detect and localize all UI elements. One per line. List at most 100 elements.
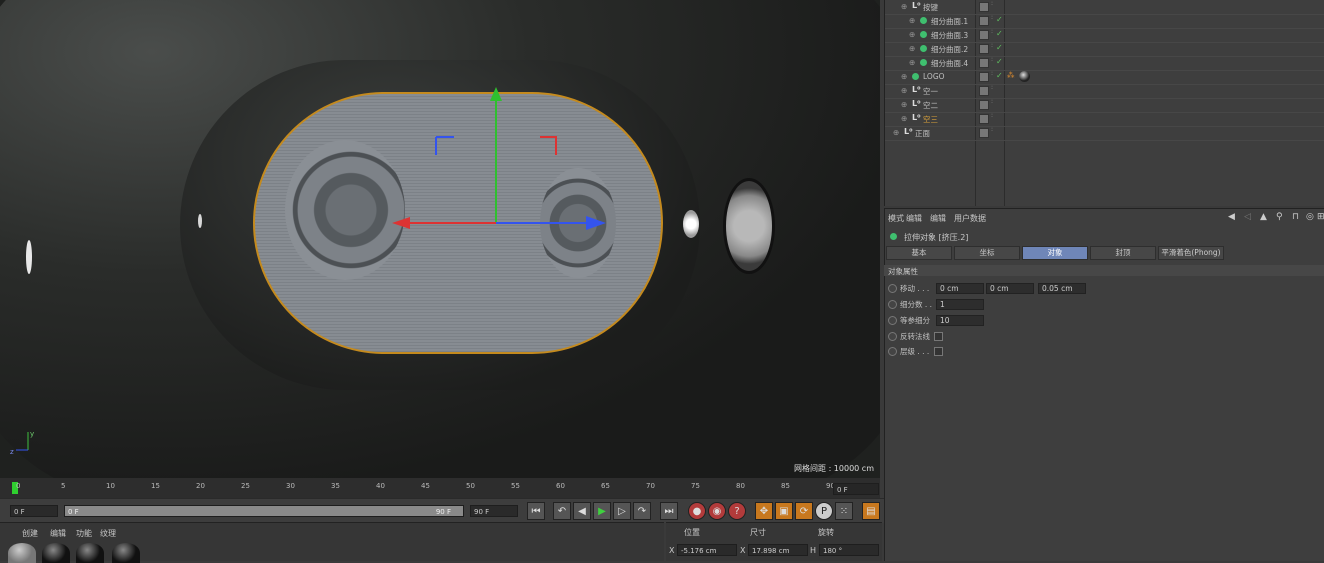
enabled-check-icon[interactable]: ✓ [996,15,1003,24]
object-name[interactable]: LOGO [923,72,945,81]
material-menu-function[interactable]: 功能 [76,528,92,539]
object-name[interactable]: 空一 [923,86,938,97]
nav-up-icon[interactable]: ▲ [1260,212,1267,222]
animate-radio[interactable] [888,300,897,309]
object-row[interactable]: ⊕ L⁰ 空一: [885,84,1324,99]
object-row[interactable]: ⊕ LOGO: ✓ ⁂ [885,70,1324,85]
layer-toggle[interactable] [979,16,989,26]
object-name[interactable]: 空二 [923,100,938,111]
next-key-button[interactable]: ↷ [633,502,651,520]
3d-viewport[interactable]: z y 网格间距 : 10000 cm [0,0,880,478]
expand-icon[interactable]: ⊕ [893,128,899,137]
lock-icon[interactable]: ⊓ [1292,212,1299,222]
expand-icon[interactable]: ⊕ [901,100,907,109]
tab-coord[interactable]: 坐标 [954,246,1020,260]
frame-range-slider[interactable]: 0 F 90 F [64,505,464,517]
visibility-dots[interactable]: : [991,84,993,91]
object-row[interactable]: ⊕ L⁰ 空三: [885,112,1324,127]
key-pla-button[interactable]: ⁙ [835,502,853,520]
animate-radio[interactable] [888,284,897,293]
play-button[interactable]: ▶ [593,502,611,520]
visibility-dots[interactable]: : [991,70,993,77]
object-row[interactable]: ⊕ 细分曲面.3: ✓ [885,28,1324,43]
visibility-dots[interactable]: : [991,56,993,63]
subdiv-field[interactable]: 1 [936,299,984,310]
animate-radio[interactable] [888,316,897,325]
expand-icon[interactable]: ⊕ [901,114,907,123]
visibility-dots[interactable]: : [991,28,993,35]
material-swatch[interactable] [42,543,70,563]
object-row[interactable]: ⊕ 细分曲面.1: ✓ [885,14,1324,29]
enabled-check-icon[interactable]: ✓ [996,57,1003,66]
visibility-dots[interactable]: : [991,112,993,119]
next-frame-button[interactable]: ▷ [613,502,631,520]
expand-icon[interactable]: ⊕ [909,30,915,39]
animate-radio[interactable] [888,347,897,356]
expand-icon[interactable]: ⊕ [909,58,915,67]
object-name[interactable]: 细分曲面.2 [931,44,968,55]
tab-caps[interactable]: 封顶 [1090,246,1156,260]
attr-menu-edit-2[interactable]: 编辑 [930,213,946,224]
object-name[interactable]: 细分曲面.1 [931,16,968,27]
layer-toggle[interactable] [979,72,989,82]
tab-object[interactable]: 对象 [1022,246,1088,260]
material-swatch[interactable] [8,543,36,563]
end-frame-field[interactable]: 90 F [470,505,518,517]
object-name[interactable]: 空三 [923,114,938,125]
settings-icon[interactable]: ◎ [1306,212,1314,222]
visibility-dots[interactable]: : [991,98,993,105]
keyframe-selection-button[interactable]: ? [728,502,746,520]
record-button[interactable]: ● [688,502,706,520]
search-icon[interactable]: ⚲ [1276,212,1283,222]
start-frame-field[interactable]: 0 F [10,505,58,517]
animate-radio[interactable] [888,332,897,341]
go-to-end-button[interactable]: ⏭ [660,502,678,520]
layer-toggle[interactable] [979,114,989,124]
expand-icon[interactable]: ⊞ [1317,212,1324,222]
key-parameter-button[interactable]: P [815,502,833,520]
tab-phong[interactable]: 平滑着色(Phong) [1158,246,1224,260]
go-to-start-button[interactable]: ⏮ [527,502,545,520]
move-z-field[interactable]: 0.05 cm [1038,283,1086,294]
attr-menu-mode[interactable]: 模式 [888,213,904,224]
flip-normals-checkbox[interactable] [934,332,943,341]
material-menu-create[interactable]: 创建 [22,528,38,539]
expand-icon[interactable]: ⊕ [909,44,915,53]
rotation-h-field[interactable]: 180 ° [819,544,879,556]
prev-key-button[interactable]: ↶ [553,502,571,520]
visibility-dots[interactable]: : [991,0,993,7]
object-name[interactable]: 按键 [923,2,938,13]
object-name[interactable]: 细分曲面.4 [931,58,968,69]
object-row[interactable]: ⊕ L⁰ 正面: [885,126,1324,141]
material-tag-icon[interactable] [1019,71,1030,82]
layer-toggle[interactable] [979,58,989,68]
material-menu-edit[interactable]: 编辑 [50,528,66,539]
timeline-button[interactable]: ▤ [862,502,880,520]
key-scale-button[interactable]: ▣ [775,502,793,520]
enabled-check-icon[interactable]: ✓ [996,71,1003,80]
hierarchical-checkbox[interactable] [934,347,943,356]
attr-menu-edit[interactable]: 编辑 [906,213,922,224]
object-name[interactable]: 正面 [915,128,930,139]
position-x-field[interactable]: -5.176 cm [677,544,737,556]
expand-icon[interactable]: ⊕ [909,16,915,25]
tab-basic[interactable]: 基本 [886,246,952,260]
object-row[interactable]: ⊕ L⁰ 空二: [885,98,1324,113]
size-x-field[interactable]: 17.898 cm [748,544,808,556]
key-rotation-button[interactable]: ⟳ [795,502,813,520]
nav-back-icon[interactable]: ◀ [1228,212,1235,222]
object-name[interactable]: 细分曲面.3 [931,30,968,41]
object-row[interactable]: ⊕ 细分曲面.4: ✓ [885,56,1324,71]
tag-icon[interactable]: ⁂ [1007,71,1015,80]
prev-frame-button[interactable]: ◀ [573,502,591,520]
layer-toggle[interactable] [979,2,989,12]
layer-toggle[interactable] [979,128,989,138]
visibility-dots[interactable]: : [991,126,993,133]
current-frame-field[interactable]: 0 F [833,483,879,495]
layer-toggle[interactable] [979,100,989,110]
layer-toggle[interactable] [979,86,989,96]
nav-forward-icon[interactable]: ◁ [1244,212,1251,222]
expand-icon[interactable]: ⊕ [901,86,907,95]
autokey-button[interactable]: ◉ [708,502,726,520]
expand-icon[interactable]: ⊕ [901,72,907,81]
